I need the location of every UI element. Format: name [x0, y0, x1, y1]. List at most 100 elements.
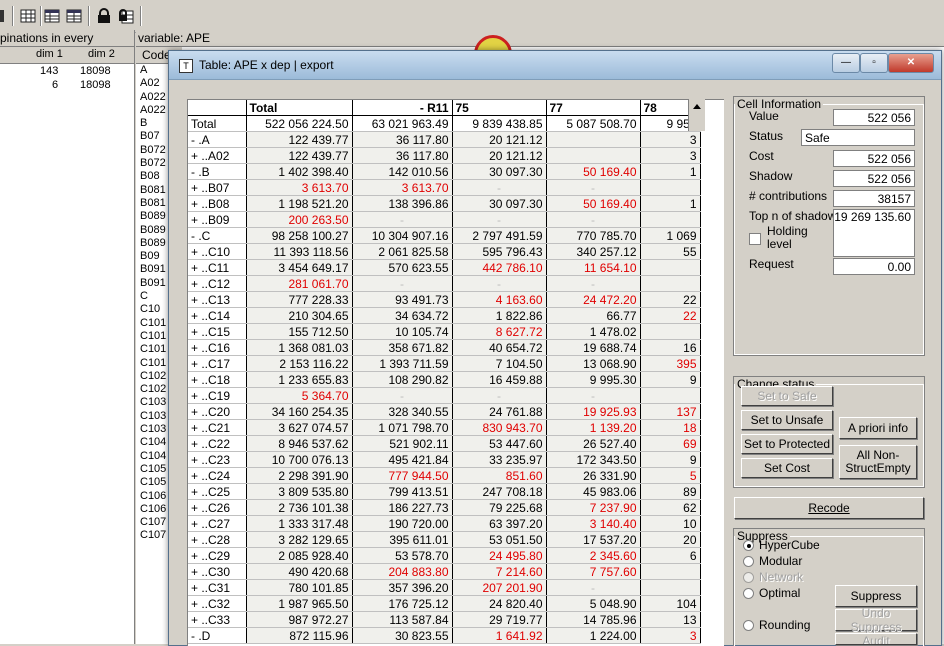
- cell-c78[interactable]: [640, 211, 701, 228]
- cell-c78[interactable]: [640, 275, 701, 292]
- cell-c77[interactable]: 9 995.30: [546, 371, 641, 388]
- cell-label[interactable]: + ..B09: [188, 211, 247, 228]
- cell-c75[interactable]: 29 719.77: [452, 611, 547, 628]
- cell-label[interactable]: + ..C11: [188, 259, 247, 276]
- header-75[interactable]: 75: [452, 100, 547, 116]
- cell-c77[interactable]: 770 785.70: [546, 227, 641, 244]
- cell-total[interactable]: 11 393 118.56: [246, 243, 353, 260]
- cell-c75[interactable]: 20 121.12: [452, 147, 547, 164]
- cell-total[interactable]: 34 160 254.35: [246, 403, 353, 420]
- cell-total[interactable]: 3 613.70: [246, 179, 353, 196]
- table-row[interactable]: + ..C26 2 736 101.38 186 227.73 79 225.68 7 …: [188, 499, 701, 516]
- cell-r11[interactable]: 2 061 825.58: [352, 243, 453, 260]
- audit-button[interactable]: Audit: [835, 633, 917, 645]
- lock-table-icon[interactable]: [118, 8, 134, 24]
- cell-total[interactable]: 8 946 537.62: [246, 435, 353, 452]
- modular-radio[interactable]: [743, 556, 754, 567]
- cell-r11[interactable]: 10 105.74: [352, 323, 453, 340]
- a-priori-info-button[interactable]: A priori info: [839, 417, 917, 439]
- cell-c78[interactable]: 22: [640, 307, 701, 324]
- request-field[interactable]: 0.00: [833, 258, 915, 275]
- cell-r11[interactable]: 138 396.86: [352, 195, 453, 212]
- undo-suppress-button[interactable]: Undo Suppress: [835, 606, 917, 634]
- cell-c75[interactable]: 16 459.88: [452, 371, 547, 388]
- cell-c78[interactable]: 18: [640, 419, 701, 436]
- dialog-titlebar[interactable]: T Table: APE x dep | export — ▫ ✕: [169, 51, 941, 80]
- cell-label[interactable]: Total: [188, 115, 247, 132]
- cell-label[interactable]: + ..C32: [188, 595, 247, 612]
- cell-c78[interactable]: 9: [640, 451, 701, 468]
- table-row[interactable]: + ..C27 1 333 317.48 190 720.00 63 397.20 3 …: [188, 515, 701, 532]
- cell-c78[interactable]: 62: [640, 499, 701, 516]
- value-field[interactable]: 522 056 224.50: [833, 109, 915, 142]
- cell-total[interactable]: 2 085 928.40: [246, 547, 353, 564]
- set-to-protected-button[interactable]: Set to Protected: [741, 434, 833, 454]
- table-row[interactable]: + ..A02 122 439.77 36 117.80 20 121.12 3: [188, 147, 701, 164]
- cell-c77[interactable]: 19 688.74: [546, 339, 641, 356]
- cell-total[interactable]: 281 061.70: [246, 275, 353, 292]
- cell-label[interactable]: + ..C26: [188, 499, 247, 516]
- table-row[interactable]: + ..C24 2 298 391.90 777 944.50 851.60 26 33…: [188, 467, 701, 484]
- table-row[interactable]: + ..C14 210 304.65 34 634.72 1 822.86 66.77 2…: [188, 307, 701, 324]
- table-row[interactable]: + ..C19 5 364.70- - -: [188, 387, 701, 404]
- cell-total[interactable]: 10 700 076.13: [246, 451, 353, 468]
- cell-c77[interactable]: 1 139.20: [546, 419, 641, 436]
- cell-r11[interactable]: 395 611.01: [352, 531, 453, 548]
- cell-r11[interactable]: 777 944.50: [352, 467, 453, 484]
- cell-c78[interactable]: 1: [640, 195, 701, 212]
- cell-c78[interactable]: 22: [640, 291, 701, 308]
- cell-total[interactable]: 1 368 081.03: [246, 339, 353, 356]
- cell-r11[interactable]: 30 823.55: [352, 627, 453, 644]
- table-row[interactable]: - .B 1 402 398.40 142 010.56 30 097.30 50 16…: [188, 163, 701, 180]
- cell-label[interactable]: + ..C29: [188, 547, 247, 564]
- combination-row[interactable]: 6 18098: [0, 78, 134, 92]
- cell-label[interactable]: + ..C14: [188, 307, 247, 324]
- cell-c75[interactable]: 4 163.60: [452, 291, 547, 308]
- cell-r11[interactable]: 10 304 907.16: [352, 227, 453, 244]
- cell-c77[interactable]: 45 983.06: [546, 483, 641, 500]
- cell-c77[interactable]: 3 140.40: [546, 515, 641, 532]
- cell-total[interactable]: 3 809 535.80: [246, 483, 353, 500]
- cell-r11[interactable]: 34 634.72: [352, 307, 453, 324]
- cell-total[interactable]: 1 987 965.50: [246, 595, 353, 612]
- set-to-safe-button[interactable]: Set to Safe: [741, 386, 833, 406]
- cell-r11[interactable]: 190 720.00: [352, 515, 453, 532]
- table-row[interactable]: + ..C25 3 809 535.80 799 413.51 247 708.18 4…: [188, 483, 701, 500]
- cell-r11[interactable]: 799 413.51: [352, 483, 453, 500]
- cell-c78[interactable]: 137: [640, 403, 701, 420]
- cell-c78[interactable]: 5: [640, 467, 701, 484]
- cell-total[interactable]: 1 233 655.83: [246, 371, 353, 388]
- cell-c78[interactable]: 3: [640, 131, 701, 148]
- cell-c77[interactable]: 50 169.40: [546, 163, 641, 180]
- cell-c78[interactable]: [640, 387, 701, 404]
- cell-label[interactable]: + ..C18: [188, 371, 247, 388]
- cell-r11[interactable]: 36 117.80: [352, 131, 453, 148]
- table-row[interactable]: + ..C30 490 420.68 204 883.80 7 214.60 7 757…: [188, 563, 701, 580]
- cell-total[interactable]: 3 627 074.57: [246, 419, 353, 436]
- cell-c78[interactable]: 6: [640, 547, 701, 564]
- cell-r11[interactable]: 108 290.82: [352, 371, 453, 388]
- table-row[interactable]: + ..C15 155 712.50 10 105.74 8 627.72 1 478.…: [188, 323, 701, 340]
- cell-total[interactable]: 200 263.50: [246, 211, 353, 228]
- cell-r11[interactable]: 358 671.82: [352, 339, 453, 356]
- cell-c75[interactable]: 830 943.70: [452, 419, 547, 436]
- cell-c75[interactable]: 247 708.18: [452, 483, 547, 500]
- cell-c77[interactable]: 66.77: [546, 307, 641, 324]
- cell-total[interactable]: 155 712.50: [246, 323, 353, 340]
- cell-c78[interactable]: 16: [640, 339, 701, 356]
- cell-label[interactable]: - .A: [188, 131, 247, 148]
- cell-c77[interactable]: -: [546, 211, 641, 228]
- cell-c78[interactable]: [640, 179, 701, 196]
- cell-r11[interactable]: 53 578.70: [352, 547, 453, 564]
- cell-total[interactable]: 777 228.33: [246, 291, 353, 308]
- cell-label[interactable]: + ..C24: [188, 467, 247, 484]
- cell-total[interactable]: 872 115.96: [246, 627, 353, 644]
- cell-c78[interactable]: 10: [640, 515, 701, 532]
- cell-label[interactable]: + ..C22: [188, 435, 247, 452]
- cell-c75[interactable]: 7 104.50: [452, 355, 547, 372]
- grid-scroll-up-button[interactable]: [688, 99, 705, 131]
- cell-r11[interactable]: 204 883.80: [352, 563, 453, 580]
- cell-c75[interactable]: -: [452, 387, 547, 404]
- cell-c77[interactable]: 340 257.12: [546, 243, 641, 260]
- cell-label[interactable]: + ..C16: [188, 339, 247, 356]
